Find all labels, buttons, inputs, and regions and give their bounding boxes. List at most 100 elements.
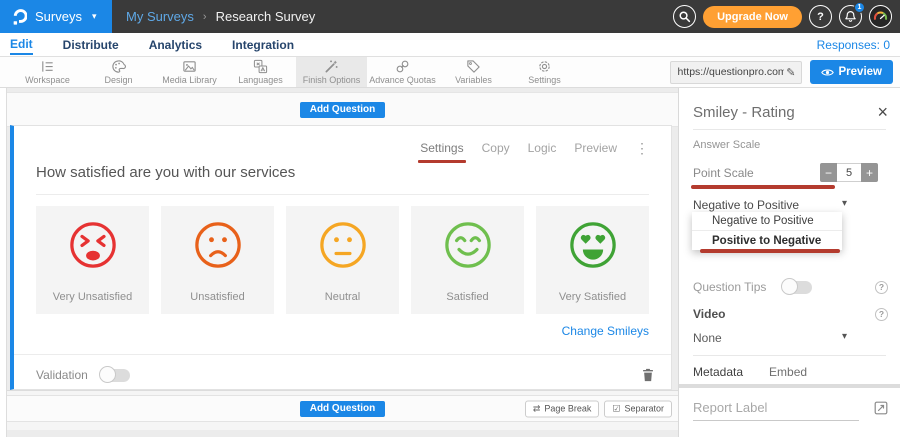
scale-direction-dropdown: Negative to Positive Positive to Negativ…: [692, 212, 842, 250]
toggle-knob: [99, 366, 116, 383]
video-select[interactable]: None ▾: [693, 329, 888, 345]
close-icon[interactable]: ×: [877, 103, 888, 121]
panel-divider: [693, 129, 886, 130]
add-question-button-top[interactable]: Add Question: [300, 102, 386, 118]
change-smileys-link[interactable]: Change Smileys: [562, 324, 649, 338]
video-label: Video: [693, 307, 725, 321]
smiley-label: Satisfied: [446, 291, 488, 303]
validation-toggle[interactable]: [100, 369, 130, 382]
separator-button[interactable]: ☑ Separator: [604, 400, 672, 417]
editor-toolbar: Workspace Design Media Library: [0, 57, 900, 88]
survey-url-input[interactable]: [676, 65, 787, 79]
scale-direction-select[interactable]: Negative to Positive ▾: [693, 196, 888, 212]
decrease-button[interactable]: −: [820, 163, 837, 182]
question-tab-preview[interactable]: Preview: [574, 141, 617, 155]
app-menu[interactable]: Surveys ▾: [0, 0, 112, 33]
search-button[interactable]: [673, 5, 696, 28]
app-menu-label: Surveys: [35, 9, 82, 24]
help-button[interactable]: ?: [809, 5, 832, 28]
unsatisfied-smiley-icon: [192, 219, 244, 271]
video-row: Video ?: [693, 307, 888, 321]
toolbar-right: ✎ Preview: [670, 57, 900, 87]
question-tab-copy[interactable]: Copy: [482, 141, 510, 155]
toolbar-label: Workspace: [25, 75, 70, 85]
question-tab-logic[interactable]: Logic: [528, 141, 557, 155]
satisfied-smiley-icon: [442, 219, 494, 271]
palette-icon: [111, 59, 126, 74]
preview-button-label: Preview: [839, 66, 882, 78]
dropdown-option-positive-to-negative[interactable]: Positive to Negative: [692, 231, 842, 250]
smiley-option-unsatisfied[interactable]: Unsatisfied: [161, 206, 274, 314]
gear-icon: [537, 59, 552, 74]
smiley-label: Neutral: [325, 291, 360, 303]
toolbar-item-settings[interactable]: Settings: [509, 57, 580, 87]
panel-title: Smiley - Rating: [693, 104, 795, 121]
account-avatar[interactable]: [869, 5, 892, 28]
topbar: Surveys ▾ My Surveys › Research Survey U…: [0, 0, 900, 33]
breadcrumb-parent[interactable]: My Surveys: [126, 9, 194, 24]
point-scale-value[interactable]: 5: [837, 163, 861, 182]
add-question-band-top: Add Question: [7, 92, 678, 127]
notifications-button[interactable]: 1: [839, 5, 862, 28]
question-title[interactable]: How satisfied are you with our services: [36, 164, 649, 195]
smiley-option-very-satisfied[interactable]: Very Satisfied: [536, 206, 649, 314]
tab-edit[interactable]: Edit: [10, 34, 33, 55]
dropdown-option-negative-to-positive[interactable]: Negative to Positive: [692, 212, 842, 231]
smiley-option-very-unsatisfied[interactable]: Very Unsatisfied: [36, 206, 149, 314]
smiley-option-satisfied[interactable]: Satisfied: [411, 206, 524, 314]
toolbar-item-finish-options[interactable]: Finish Options: [296, 57, 367, 87]
upgrade-now-button[interactable]: Upgrade Now: [703, 6, 802, 28]
topbar-actions: Upgrade Now ? 1: [673, 5, 900, 28]
left-gutter: [0, 88, 7, 437]
tab-distribute[interactable]: Distribute: [63, 35, 119, 54]
survey-url-box[interactable]: ✎: [670, 61, 802, 84]
questionpro-survey-editor: Surveys ▾ My Surveys › Research Survey U…: [0, 0, 900, 437]
pencil-icon[interactable]: ✎: [786, 66, 795, 79]
edit-report-label-icon[interactable]: [874, 401, 888, 415]
toolbar-label: Languages: [238, 75, 283, 85]
toolbar-item-variables[interactable]: Variables: [438, 57, 509, 87]
increase-button[interactable]: +: [861, 163, 878, 182]
toolbar-item-design[interactable]: Design: [83, 57, 154, 87]
point-scale-label: Point Scale: [693, 166, 754, 180]
gauge-avatar-icon: [871, 7, 890, 26]
report-label-input[interactable]: [693, 398, 859, 421]
help-icon[interactable]: ?: [875, 308, 888, 321]
question-tips-toggle[interactable]: [782, 281, 812, 294]
panel-header: Smiley - Rating ×: [693, 103, 888, 121]
questionpro-logo-icon: [10, 7, 27, 26]
delete-question-button[interactable]: [641, 367, 655, 383]
toolbar-label: Media Library: [162, 75, 217, 85]
annotation-underline-point-scale: [691, 185, 835, 189]
help-icon: ?: [817, 11, 824, 23]
card-divider: [14, 354, 671, 355]
neutral-smiley-icon: [317, 219, 369, 271]
report-label-row: [693, 398, 888, 422]
toolbar-item-media-library[interactable]: Media Library: [154, 57, 225, 87]
tab-integration[interactable]: Integration: [232, 35, 294, 54]
kebab-menu-icon[interactable]: ⋮: [635, 141, 649, 155]
toolbar-item-languages[interactable]: Languages: [225, 57, 296, 87]
toolbar-item-advance-quotas[interactable]: Advance Quotas: [367, 57, 438, 87]
workspace-icon: [40, 59, 55, 74]
point-scale-row: Point Scale − 5 +: [693, 163, 878, 182]
question-tab-settings[interactable]: Settings: [420, 141, 463, 155]
add-question-button-bottom[interactable]: Add Question: [300, 401, 386, 417]
page-break-button[interactable]: ⇄ Page Break: [525, 400, 600, 417]
chain-link-icon: [395, 59, 410, 74]
breadcrumb-separator-icon: ›: [203, 11, 207, 23]
page-break-label: Page Break: [544, 404, 591, 414]
toolbar-label: Finish Options: [303, 75, 361, 85]
toolbar-item-workspace[interactable]: Workspace: [12, 57, 83, 87]
very-unsatisfied-smiley-icon: [67, 219, 119, 271]
trash-icon: [641, 367, 655, 383]
smiley-option-neutral[interactable]: Neutral: [286, 206, 399, 314]
tab-analytics[interactable]: Analytics: [149, 35, 202, 54]
point-scale-stepper: − 5 +: [820, 163, 878, 182]
insert-strip: Add Question ⇄ Page Break ☑ Separator: [7, 395, 678, 422]
preview-button[interactable]: Preview: [810, 60, 893, 84]
video-select-value: None: [693, 331, 722, 345]
toggle-knob: [781, 278, 798, 295]
help-icon[interactable]: ?: [875, 281, 888, 294]
chevron-down-icon: ▾: [92, 11, 97, 22]
